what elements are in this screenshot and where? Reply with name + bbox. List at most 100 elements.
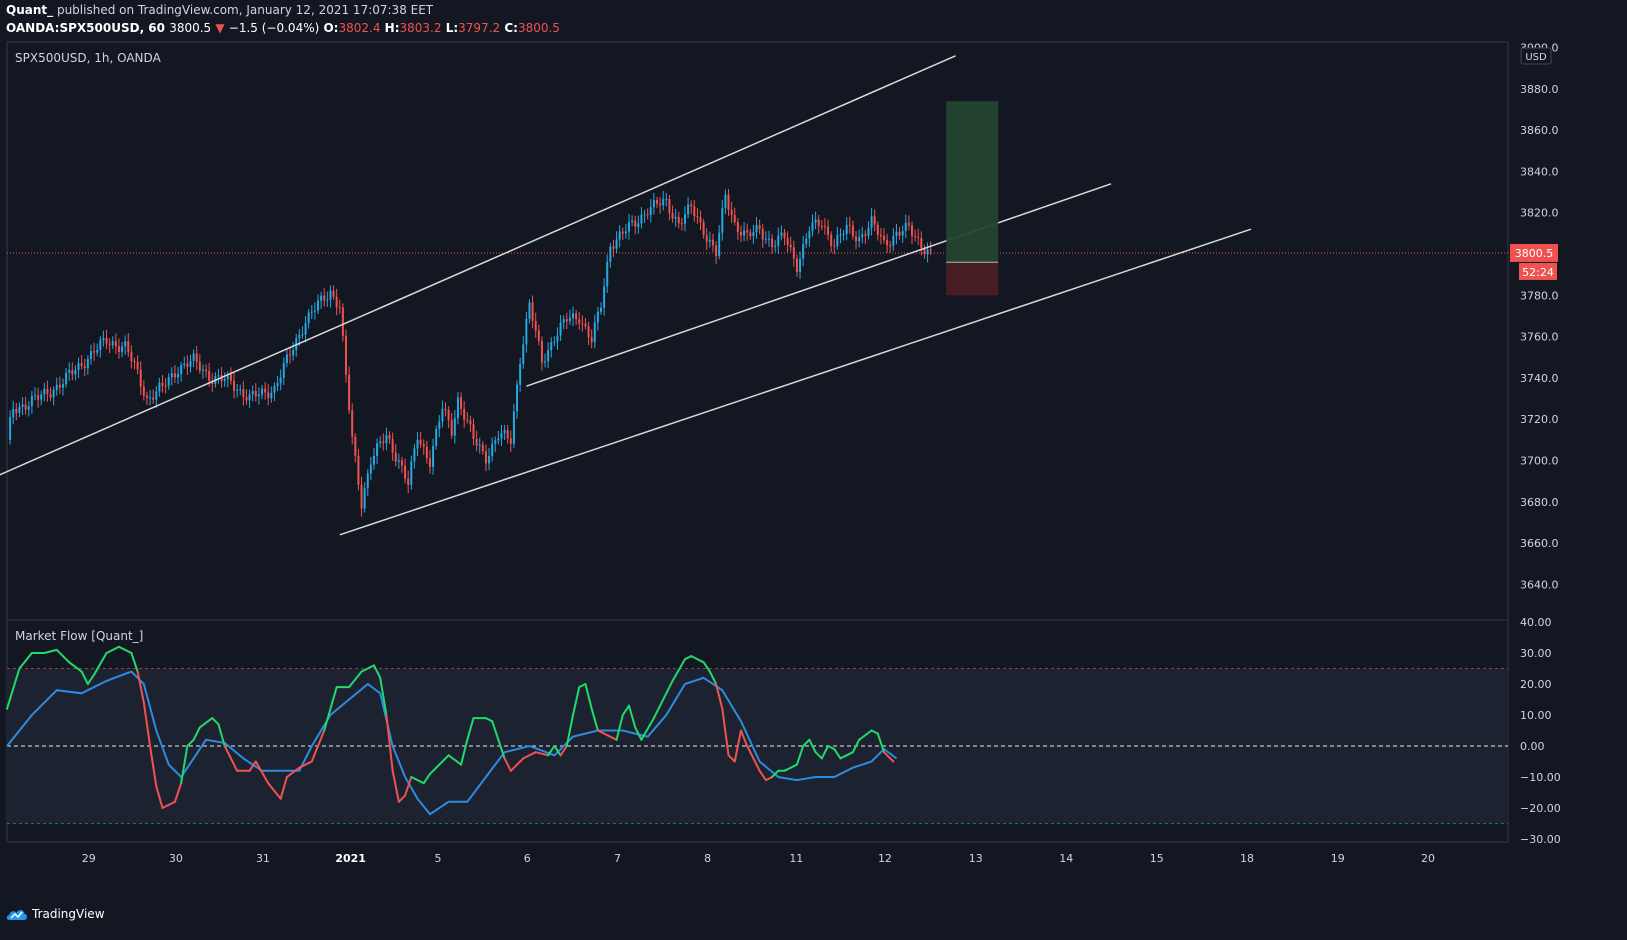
candle-body — [419, 439, 422, 445]
candle-body — [80, 363, 83, 367]
chart-area[interactable]: 2930312021567811121314151819203900.03880… — [0, 0, 1627, 905]
candle-body — [326, 299, 329, 301]
candle-body — [223, 379, 226, 382]
candle-body — [565, 319, 568, 322]
candle-body — [68, 370, 71, 373]
candle-body — [612, 246, 615, 249]
x-tick-label: 31 — [256, 852, 270, 865]
candle-body — [133, 361, 136, 363]
candle-body — [519, 363, 522, 385]
candle-body — [628, 222, 630, 232]
candle-body — [229, 374, 232, 381]
y-tick-label: 3820.0 — [1520, 207, 1559, 220]
candle-body — [388, 435, 391, 440]
candle-body — [270, 392, 273, 399]
candle-body — [848, 224, 851, 226]
long-position-stop-zone — [946, 262, 999, 296]
candle-body — [18, 406, 21, 413]
candle-body — [77, 363, 80, 371]
candle-body — [752, 232, 755, 237]
candle-body — [456, 397, 459, 419]
candle-body — [394, 452, 397, 462]
candle-body — [344, 335, 347, 375]
candle-body — [173, 373, 176, 378]
candle-body — [463, 408, 466, 420]
candle-body — [581, 323, 584, 325]
candle-body — [261, 388, 264, 395]
flow-main-segment — [18, 652, 33, 670]
y-tick-label: 3840.0 — [1520, 165, 1559, 178]
flow-main-segment — [683, 655, 693, 661]
candle-body — [111, 341, 114, 345]
candle-body — [500, 433, 503, 439]
candle-body — [130, 352, 133, 362]
candle-body — [354, 436, 357, 456]
candle-body — [198, 361, 201, 371]
candle-body — [911, 225, 914, 236]
candle-body — [528, 302, 531, 319]
candle-body — [855, 236, 858, 242]
candle-body — [351, 410, 354, 437]
candle-body — [488, 456, 491, 464]
candle-body — [366, 473, 369, 489]
candle-body — [257, 394, 260, 397]
candle-body — [618, 231, 621, 240]
candle-body — [522, 344, 525, 364]
candle-body — [755, 225, 758, 233]
candle-body — [15, 409, 18, 413]
candle-body — [466, 419, 469, 421]
candle-body — [783, 232, 786, 238]
candle-body — [699, 217, 702, 223]
candle-body — [61, 384, 64, 388]
candle-body — [357, 455, 360, 485]
y-tick-label: 3740.0 — [1520, 372, 1559, 385]
candle-body — [86, 358, 89, 369]
candle-body — [93, 351, 96, 353]
candle-body — [155, 391, 158, 400]
mid-channel-line — [526, 183, 1112, 387]
y-tick-label: 3680.0 — [1520, 496, 1559, 509]
candle-body — [83, 366, 86, 369]
candle-body — [926, 249, 929, 255]
candle-body — [901, 231, 904, 236]
candle-body — [285, 354, 288, 363]
tradingview-logo[interactable]: TradingView — [6, 907, 105, 921]
candle-body — [49, 393, 52, 398]
candle-body — [242, 389, 245, 398]
candle-body — [37, 395, 40, 400]
flow-y-tick-label: 0.00 — [1520, 740, 1545, 753]
candle-body — [643, 214, 646, 216]
candle-body — [425, 446, 428, 459]
candle-body — [575, 313, 578, 320]
candle-body — [435, 429, 438, 447]
cloud-logo-icon — [6, 910, 28, 920]
candle-body — [668, 199, 671, 213]
candle-body — [730, 209, 733, 216]
candle-body — [733, 215, 736, 223]
candle-body — [369, 464, 372, 474]
candle-body — [553, 341, 556, 343]
candle-body — [289, 354, 292, 356]
candle-body — [503, 430, 506, 434]
candle-body — [304, 323, 307, 335]
candle-body — [568, 317, 571, 322]
candle-body — [662, 199, 665, 206]
flow-y-tick-label: −30.00 — [1520, 833, 1561, 846]
candle-body — [170, 373, 173, 378]
candle-body — [736, 222, 739, 232]
candle-body — [376, 443, 379, 456]
candle-body — [254, 391, 257, 397]
candle-body — [715, 245, 718, 257]
candle-body — [631, 220, 634, 223]
candle-body — [298, 334, 301, 339]
candle-body — [332, 290, 335, 297]
candle-body — [590, 337, 593, 343]
footer-bar — [0, 905, 1627, 940]
candle-body — [820, 226, 823, 228]
candle-body — [572, 313, 575, 318]
y-tick-label: 3700.0 — [1520, 455, 1559, 468]
candle-body — [649, 207, 652, 215]
candle-body — [251, 391, 254, 395]
candle-body — [883, 236, 886, 240]
candle-body — [127, 341, 130, 353]
